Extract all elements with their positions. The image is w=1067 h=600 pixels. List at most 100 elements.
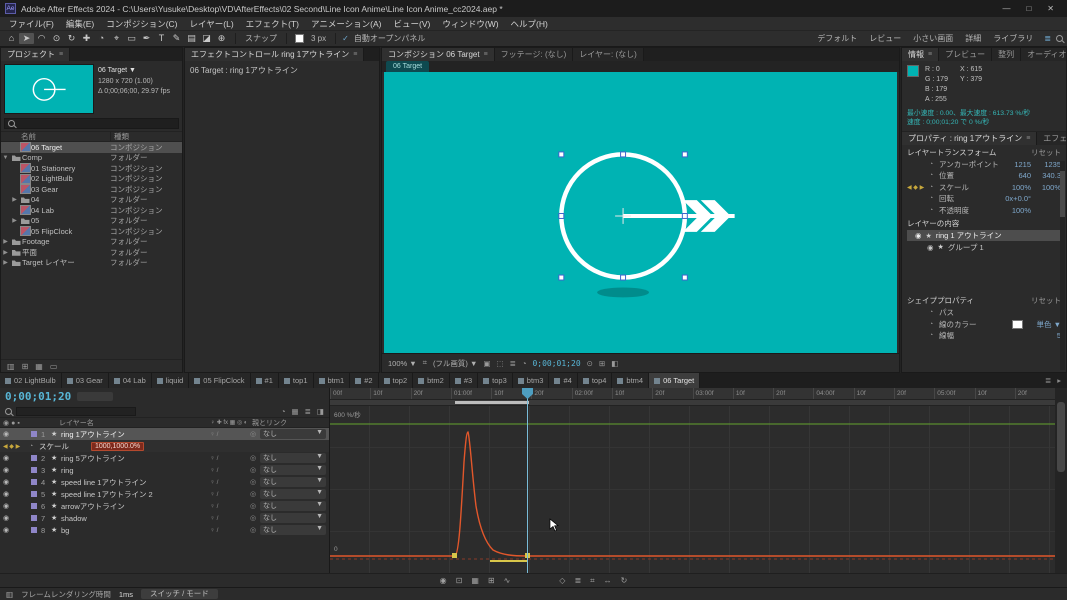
workspace-item[interactable]: レビュー — [863, 33, 907, 44]
column-type[interactable]: 種類 — [110, 131, 182, 142]
current-timecode[interactable]: 0;00;01;20 — [5, 390, 71, 403]
property-value[interactable]: 1000,1000.0% — [91, 442, 144, 451]
layer-color-chip[interactable] — [31, 467, 41, 473]
layer-row[interactable]: ◉ ★ スケール ♀ / ◎ ▼ ◀ ◆ ▶ ◔ スケール 1000,1000.… — [0, 440, 329, 452]
exposure-icon[interactable]: ⊙ — [587, 359, 593, 368]
maximize-button[interactable]: □ — [1026, 4, 1031, 13]
layer-row[interactable]: ◉ 2 ★ ring 5アウトライン ♀ / ◎ なし▼ ◀ ◆ ▶ ◔ rin… — [0, 452, 329, 464]
column-parent-link[interactable]: 親とリンク — [252, 418, 326, 428]
timeline-tab[interactable]: top1 — [279, 373, 314, 388]
layer-row[interactable]: ◉ 4 ★ speed line 1アウトライン ♀ / ◎ なし▼ ◀ ◆ ▶… — [0, 476, 329, 488]
workspace-item[interactable]: デフォルト — [811, 33, 863, 44]
close-button[interactable]: ✕ — [1047, 4, 1054, 13]
timeline-tab[interactable]: #1 — [251, 373, 279, 388]
shape-reset-button[interactable]: リセット — [1031, 295, 1061, 306]
transform-property-row[interactable]: ◀ ◆ ▶ ◔ スケール 100% 100% — [907, 181, 1061, 193]
workspace-item[interactable]: ライブラリ — [987, 33, 1039, 44]
timeline-tab[interactable]: btm2 — [413, 373, 450, 388]
project-item-row[interactable]: ▶ 05 フォルダー — [1, 216, 182, 227]
tool-icon[interactable]: ◔ — [94, 33, 109, 44]
keyframe-nav-icon[interactable]: ◀ ◆ ▶ — [3, 443, 29, 450]
parent-link-select[interactable]: なし▼ — [260, 501, 326, 511]
property-value-x[interactable]: 1215 — [1001, 160, 1031, 169]
graph-plot-area[interactable] — [330, 406, 1055, 573]
timeline-tab[interactable]: 02 LightBulb — [0, 373, 62, 388]
parent-pickwhip-icon[interactable]: ◎ — [250, 502, 260, 510]
checkbox-icon[interactable]: ✓ — [342, 34, 349, 43]
stroke-type-select[interactable]: 単色 ▼ — [1023, 319, 1061, 330]
timeline-tab[interactable]: 03 Gear — [62, 373, 109, 388]
tool-icon[interactable]: ⌖ — [109, 33, 124, 44]
transform-property-row[interactable]: ◀ ◆ ▶ ◔ 位置 640 340.3 — [907, 170, 1061, 182]
timeline-scrollbar[interactable] — [1055, 388, 1067, 573]
tab-properties[interactable]: プロパティ : ring 1アウトライン≡ — [902, 132, 1037, 145]
transform-property-row[interactable]: ◀ ◆ ▶ ◔ 回転 0x+0.0° — [907, 193, 1061, 205]
layer-name[interactable]: ring — [61, 466, 210, 475]
layer-row[interactable]: ◉ 1 ★ ring 1アウトライン ♀ / ◎ なし▼ ◀ ◆ ▶ ◔ rin… — [0, 428, 329, 440]
column-name[interactable]: 名前 — [1, 131, 110, 142]
tool-icon[interactable]: ✚ — [79, 33, 94, 44]
timeline-search-input[interactable] — [16, 407, 136, 416]
transform-reset-button[interactable]: リセット — [1031, 147, 1061, 158]
stroke-color-swatch[interactable] — [295, 34, 304, 43]
layer-switches[interactable]: ♀ / — [210, 515, 250, 522]
layer-color-chip[interactable] — [31, 491, 41, 497]
layer-switches[interactable]: ♀ / — [210, 479, 250, 486]
timeline-tab[interactable]: #4 — [549, 373, 577, 388]
expand-caret-icon[interactable]: ▶ — [1, 259, 10, 266]
project-item-row[interactable]: ▶ Footage フォルダー — [1, 237, 182, 248]
fit-all-icon[interactable]: ≣ — [574, 576, 581, 586]
panel-menu-icon[interactable]: ≡ — [1026, 135, 1030, 142]
auto-open-panel-toggle[interactable]: 自動オープンパネル — [351, 33, 429, 44]
stopwatch-icon[interactable]: ◔ — [929, 184, 939, 191]
tool-icon[interactable]: ⊕ — [214, 33, 229, 44]
layer-contents-row[interactable]: ◉ ★ ring 1 アウトライン — [907, 230, 1061, 242]
layer-color-chip[interactable] — [31, 455, 41, 461]
layer-switches[interactable]: ♀ / — [210, 467, 250, 474]
interpret-footage-icon[interactable]: ▥ — [7, 362, 15, 371]
snapshot-icon[interactable]: ⊞ — [599, 359, 605, 368]
transform-property-row[interactable]: ◀ ◆ ▶ ◔ アンカーポイント 1215 1235 — [907, 158, 1061, 170]
timeline-tab[interactable]: top3 — [478, 373, 513, 388]
separate-dimensions-icon[interactable]: ⌗ — [590, 576, 595, 586]
eye-icon[interactable]: ◉ — [915, 231, 922, 240]
layer-switches[interactable]: ♀ / — [210, 491, 250, 498]
timeline-tab[interactable]: #3 — [450, 373, 478, 388]
parent-pickwhip-icon[interactable]: ◎ — [250, 514, 260, 522]
edit-speed-icon[interactable]: ↔ — [604, 576, 612, 586]
parent-link-select[interactable]: なし▼ — [260, 525, 326, 535]
easy-ease-icon[interactable]: ↻ — [621, 576, 628, 586]
auto-zoom-icon[interactable]: ∿ — [504, 576, 511, 585]
property-value-y[interactable]: 340.3 — [1031, 171, 1061, 180]
menu-item[interactable]: アニメーション(A) — [305, 18, 388, 30]
tool-icon[interactable]: ▤ — [184, 33, 199, 44]
layer-name[interactable]: ring 5アウトライン — [61, 453, 210, 464]
panel-menu-icon[interactable]: ≡ — [928, 51, 932, 58]
parent-pickwhip-icon[interactable]: ◎ — [250, 490, 260, 498]
menu-item[interactable]: ファイル(F) — [3, 18, 60, 30]
tool-icon[interactable]: ⌂ — [4, 33, 19, 44]
eye-icon[interactable]: ◉ — [927, 243, 934, 252]
expand-caret-icon[interactable]: ▶ — [1, 249, 10, 256]
layer-contents-row[interactable]: ◉ ★ グループ 1 — [907, 241, 1061, 253]
timeline-tab[interactable]: btm1 — [314, 373, 351, 388]
parent-pickwhip-icon[interactable]: ◎ — [250, 454, 260, 462]
comp-current-time[interactable]: 0;00;01;20 — [532, 359, 580, 368]
project-search-input[interactable] — [4, 118, 179, 129]
property-value-x[interactable]: 100% — [1001, 183, 1031, 192]
selected-range-bar[interactable] — [455, 401, 529, 404]
keyframe-marker[interactable] — [452, 553, 457, 558]
workspace-item[interactable]: 詳細 — [959, 33, 987, 44]
layer-switches[interactable]: ♀ / — [210, 503, 250, 510]
grid-guides-icon[interactable]: ⌗ — [423, 358, 427, 368]
tab-list-icon[interactable]: ≣ — [1045, 376, 1051, 385]
workspace-menu-icon[interactable]: ≣ — [1040, 34, 1055, 43]
stopwatch-icon[interactable]: ◔ — [929, 321, 939, 328]
search-icon[interactable] — [1056, 35, 1063, 42]
layer-color-chip[interactable] — [31, 527, 41, 533]
menu-item[interactable]: 編集(E) — [60, 18, 100, 30]
path-property-row[interactable]: ◔ パス — [907, 307, 1061, 319]
speed-curve[interactable] — [330, 432, 1055, 556]
graph-type-icon[interactable]: ◉ — [440, 576, 447, 585]
timeline-tab[interactable]: 06 Target — [649, 373, 700, 388]
